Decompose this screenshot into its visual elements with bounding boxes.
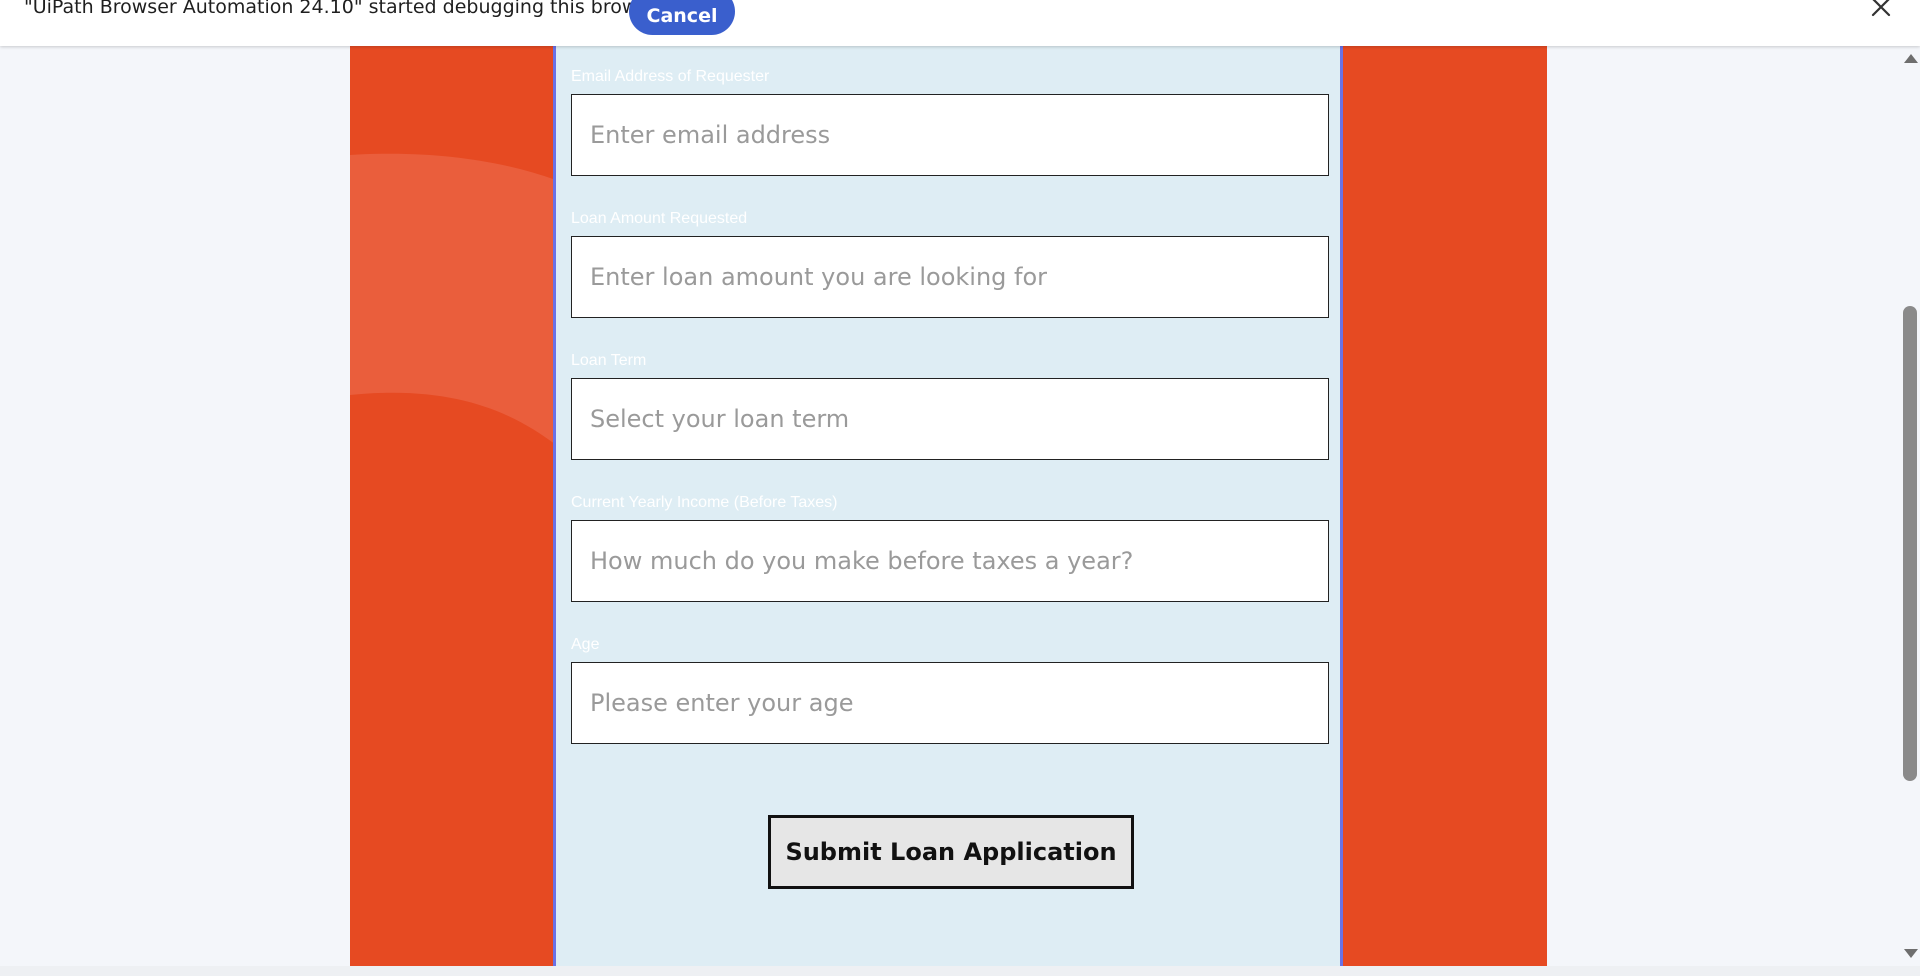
yearly-income-label: Current Yearly Income (Before Taxes) xyxy=(571,494,838,511)
email-field[interactable] xyxy=(571,94,1329,176)
bottom-edge xyxy=(0,966,1920,976)
email-field-label: Email Address of Requester xyxy=(571,68,770,85)
submit-loan-application-button[interactable]: Submit Loan Application xyxy=(768,815,1134,889)
yearly-income-field[interactable] xyxy=(571,520,1329,602)
infobar-message: "UiPath Browser Automation 24.10" starte… xyxy=(24,0,667,18)
close-icon[interactable] xyxy=(1868,0,1894,20)
cancel-button[interactable]: Cancel xyxy=(629,0,735,35)
loan-amount-label: Loan Amount Requested xyxy=(571,210,748,227)
loan-term-label: Loan Term xyxy=(571,352,647,369)
decorative-arc xyxy=(350,153,556,445)
debugging-infobar: "UiPath Browser Automation 24.10" starte… xyxy=(0,0,1920,46)
scroll-down-arrow-icon[interactable] xyxy=(1904,949,1918,958)
age-label: Age xyxy=(571,636,600,653)
scroll-thumb[interactable] xyxy=(1903,306,1917,781)
loan-application-form: Email Address of Requester Loan Amount R… xyxy=(553,0,1343,966)
vertical-scrollbar[interactable] xyxy=(1900,46,1920,966)
page: Email Address of Requester Loan Amount R… xyxy=(0,0,1900,966)
scroll-up-arrow-icon[interactable] xyxy=(1904,54,1918,63)
age-field[interactable] xyxy=(571,662,1329,744)
loan-amount-field[interactable] xyxy=(571,236,1329,318)
loan-term-select[interactable] xyxy=(571,378,1329,460)
